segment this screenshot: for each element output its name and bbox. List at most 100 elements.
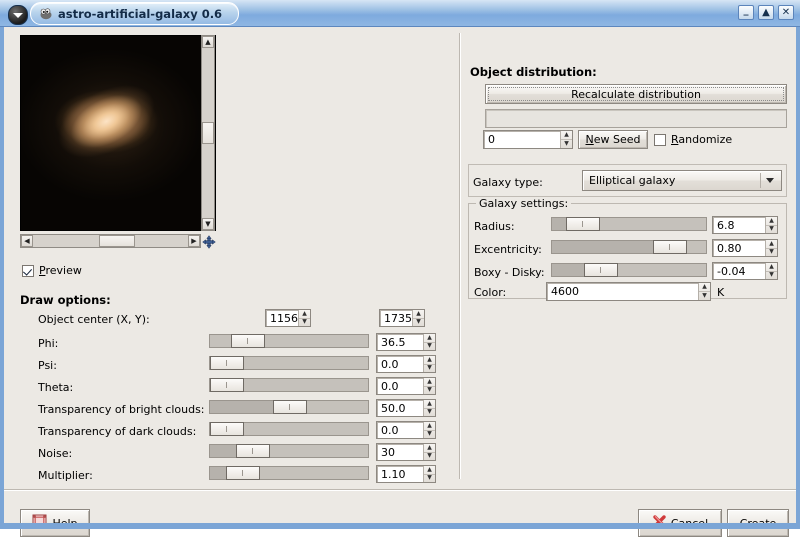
stepper-up-icon[interactable]: ▲ [424,444,435,453]
draw-row-slider-4[interactable] [209,422,369,436]
slider-thumb[interactable] [584,263,618,277]
scroll-down-icon[interactable]: ▼ [202,218,214,230]
object-center-x-stepper[interactable]: ▲ ▼ [298,310,310,326]
preview-checkbox[interactable]: PPreviewreview [22,264,82,277]
stepper-up-icon[interactable]: ▲ [424,334,435,343]
stepper-down-icon[interactable]: ▼ [766,249,777,257]
slider-thumb[interactable] [210,378,244,392]
galaxy-setting-slider-0[interactable] [551,217,707,231]
stepper-up-icon[interactable]: ▲ [424,400,435,409]
stepper-up-icon[interactable]: ▲ [699,283,710,292]
draw-row-stepper-4[interactable]: ▲ ▼ [423,422,435,438]
stepper-up-icon[interactable]: ▲ [766,263,777,272]
stepper-up-icon[interactable]: ▲ [413,310,424,319]
galaxy-type-dropdown[interactable]: Elliptical galaxy [582,170,782,191]
draw-row-stepper-5[interactable]: ▲ ▼ [423,444,435,460]
draw-row-slider-5[interactable] [209,444,369,458]
seed-input[interactable]: 0 ▲ ▼ [483,130,573,149]
maximize-button[interactable]: ▲ [758,5,774,20]
slider-thumb[interactable] [236,444,270,458]
move-crosshair-icon[interactable] [202,235,216,249]
draw-row-stepper-1[interactable]: ▲ ▼ [423,356,435,372]
galaxy-setting-input-2[interactable]: -0.04 ▲ ▼ [712,262,778,280]
randomize-checkbox[interactable]: Randomize [654,133,732,146]
draw-row-value-6: 1.10 [381,467,406,481]
new-seed-button[interactable]: New Seed [578,130,648,149]
stepper-down-icon[interactable]: ▼ [766,226,777,234]
galaxy-setting-input-1[interactable]: 0.80 ▲ ▼ [712,239,778,257]
stepper-up-icon[interactable]: ▲ [766,240,777,249]
horizontal-scroll-thumb[interactable] [99,235,135,247]
stepper-up-icon[interactable]: ▲ [424,422,435,431]
preview-image[interactable] [20,35,216,231]
stepper-down-icon[interactable]: ▼ [424,475,435,483]
object-center-x-input[interactable]: 1156 ▲ ▼ [265,309,311,327]
stepper-up-icon[interactable]: ▲ [766,217,777,226]
stepper-up-icon[interactable]: ▲ [299,310,310,319]
stepper-down-icon[interactable]: ▼ [424,409,435,417]
slider-thumb[interactable] [653,240,687,254]
draw-row-stepper-6[interactable]: ▲ ▼ [423,466,435,482]
draw-row-input-6[interactable]: 1.10 ▲ ▼ [376,465,436,483]
stepper-down-icon[interactable]: ▼ [561,140,572,148]
object-center-y-input[interactable]: 1735 ▲ ▼ [379,309,425,327]
draw-row-stepper-2[interactable]: ▲ ▼ [423,378,435,394]
slider-thumb[interactable] [231,334,265,348]
seed-stepper[interactable]: ▲ ▼ [560,131,572,148]
galaxy-setting-stepper-0[interactable]: ▲ ▼ [765,217,777,233]
draw-row-input-0[interactable]: 36.5 ▲ ▼ [376,333,436,351]
stepper-down-icon[interactable]: ▼ [299,319,310,327]
draw-row-stepper-3[interactable]: ▲ ▼ [423,400,435,416]
draw-row-input-1[interactable]: 0.0 ▲ ▼ [376,355,436,373]
window-menu-icon[interactable] [8,5,28,25]
draw-row-stepper-0[interactable]: ▲ ▼ [423,334,435,350]
galaxy-setting-slider-1[interactable] [551,240,707,254]
stepper-down-icon[interactable]: ▼ [424,453,435,461]
galaxy-color-stepper[interactable]: ▲ ▼ [698,283,710,300]
draw-row-slider-0[interactable] [209,334,369,348]
slider-thumb[interactable] [210,356,244,370]
slider-thumb[interactable] [566,217,600,231]
slider-thumb[interactable] [210,422,244,436]
draw-row-slider-2[interactable] [209,378,369,392]
draw-row-slider-1[interactable] [209,356,369,370]
object-distribution-title: Object distribution: [470,65,597,79]
stepper-down-icon[interactable]: ▼ [424,365,435,373]
scroll-left-icon[interactable]: ◀ [21,235,33,247]
recalculate-distribution-button[interactable]: Recalculate distribution [485,84,787,104]
draw-row-input-2[interactable]: 0.0 ▲ ▼ [376,377,436,395]
slider-thumb[interactable] [273,400,307,414]
vertical-scroll-thumb[interactable] [202,122,214,144]
stepper-down-icon[interactable]: ▼ [424,343,435,351]
chevron-down-icon[interactable] [760,173,779,188]
object-center-y-stepper[interactable]: ▲ ▼ [412,310,424,326]
preview-vertical-scrollbar[interactable]: ▲ ▼ [201,35,215,231]
minimize-button[interactable] [738,5,754,20]
galaxy-setting-stepper-1[interactable]: ▲ ▼ [765,240,777,256]
galaxy-setting-stepper-2[interactable]: ▲ ▼ [765,263,777,279]
galaxy-setting-slider-2[interactable] [551,263,707,277]
stepper-down-icon[interactable]: ▼ [413,319,424,327]
slider-thumb[interactable] [226,466,260,480]
stepper-up-icon[interactable]: ▲ [424,466,435,475]
stepper-down-icon[interactable]: ▼ [766,272,777,280]
draw-row-slider-6[interactable] [209,466,369,480]
draw-row-input-3[interactable]: 50.0 ▲ ▼ [376,399,436,417]
stepper-down-icon[interactable]: ▼ [699,292,710,300]
galaxy-color-input[interactable]: 4600 ▲ ▼ [546,282,711,301]
draw-row-slider-3[interactable] [209,400,369,414]
draw-row-input-5[interactable]: 30 ▲ ▼ [376,443,436,461]
stepper-up-icon[interactable]: ▲ [424,378,435,387]
preview-checkbox-box[interactable] [22,264,34,277]
draw-row-input-4[interactable]: 0.0 ▲ ▼ [376,421,436,439]
stepper-down-icon[interactable]: ▼ [424,387,435,395]
galaxy-setting-input-0[interactable]: 6.8 ▲ ▼ [712,216,778,234]
scroll-up-icon[interactable]: ▲ [202,36,214,48]
stepper-up-icon[interactable]: ▲ [561,131,572,140]
scroll-right-icon[interactable]: ▶ [188,235,200,247]
stepper-down-icon[interactable]: ▼ [424,431,435,439]
preview-horizontal-scrollbar[interactable]: ◀ ▶ [20,234,201,248]
close-button[interactable]: ✕ [778,5,794,20]
stepper-up-icon[interactable]: ▲ [424,356,435,365]
randomize-checkbox-box[interactable] [654,133,666,146]
